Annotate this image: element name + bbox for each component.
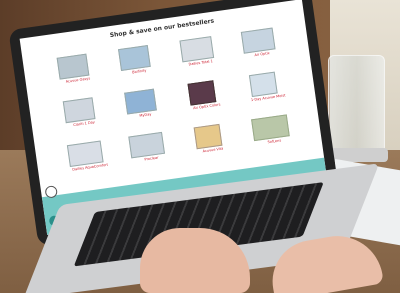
- product-card[interactable]: Acuvue Oasys: [44, 49, 109, 97]
- product-grid: Acuvue Oasys Biofinity Dailies Total 1 A…: [44, 23, 305, 186]
- product-card[interactable]: Dailies AquaComfort: [57, 136, 122, 184]
- product-box: [248, 71, 278, 98]
- product-box: [187, 80, 217, 106]
- product-box: [62, 97, 96, 124]
- product-card[interactable]: Proclear: [118, 128, 183, 176]
- photo-scene: Shop & save on our bestsellers Acuvue Oa…: [0, 0, 400, 293]
- product-box: [193, 123, 223, 150]
- product-card[interactable]: Air Optix: [229, 23, 294, 71]
- product-card[interactable]: SofLens: [241, 110, 306, 158]
- product-box: [118, 45, 151, 71]
- product-card[interactable]: Clariti 1 Day: [51, 93, 116, 141]
- product-card[interactable]: 1-Day Acuvue Moist: [235, 67, 300, 115]
- product-box: [179, 36, 215, 63]
- product-card[interactable]: Air Optix Colors: [173, 75, 238, 123]
- product-box: [56, 53, 90, 80]
- water-glass: [328, 55, 385, 157]
- product-card[interactable]: Dailies Total 1: [167, 32, 232, 80]
- product-card[interactable]: MyDay: [112, 84, 177, 132]
- product-card[interactable]: Biofinity: [106, 41, 171, 89]
- product-box: [124, 88, 157, 115]
- product-card[interactable]: Acuvue Vita: [179, 119, 244, 167]
- product-box: [240, 27, 276, 54]
